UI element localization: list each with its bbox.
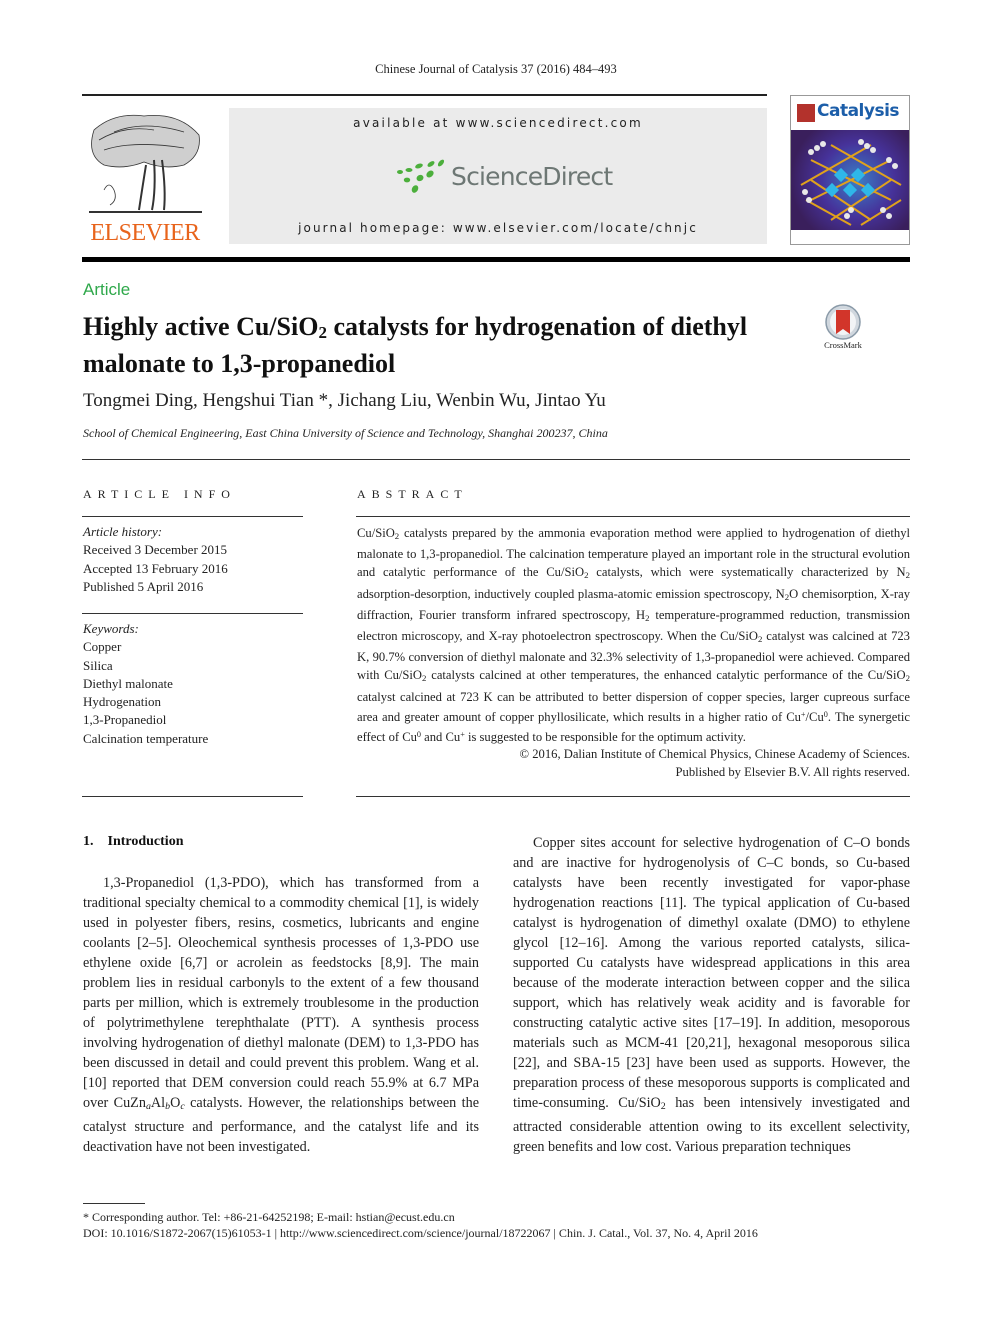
keyword-item: Silica — [83, 657, 113, 673]
keyword-item: Copper — [83, 639, 122, 655]
keywords-label: Keywords: — [83, 621, 139, 636]
elsevier-logo: ELSEVIER — [82, 108, 208, 248]
divider — [82, 796, 303, 797]
publisher-line: Published by Elsevier B.V. All rights re… — [675, 765, 910, 780]
crossmark-label: CrossMark — [824, 340, 862, 350]
article-title: Highly active Cu/SiO2 catalysts for hydr… — [83, 311, 803, 379]
cover-seal-icon — [797, 104, 815, 122]
paragraph: 1,3-Propanediol (1,3-PDO), which has tra… — [83, 875, 479, 1155]
journal-homepage-link[interactable]: journal homepage: www.elsevier.com/locat… — [229, 221, 767, 235]
divider — [356, 796, 910, 797]
title-subscript: 2 — [318, 323, 327, 342]
copyright-line: © 2016, Dalian Institute of Chemical Phy… — [519, 747, 910, 761]
author-affiliation: School of Chemical Engineering, East Chi… — [83, 426, 608, 440]
cover-footer — [791, 230, 909, 244]
article-type-label: Article — [83, 280, 131, 299]
header-thick-rule — [82, 257, 910, 262]
keyword-item: Calcination temperature — [83, 730, 209, 746]
header-rule — [82, 94, 767, 96]
journal-reference: Chinese Journal of Catalysis 37 (2016) 4… — [375, 62, 617, 76]
crossmark-icon — [825, 304, 861, 340]
crossmark-badge[interactable]: CrossMark — [819, 304, 867, 352]
sciencedirect-wordmark: ScienceDirect — [451, 161, 613, 191]
keyword-item: 1,3-Propanediol — [83, 712, 167, 728]
copyright-notice: © 2016, Dalian Institute of Chemical Phy… — [357, 745, 910, 781]
corresponding-author-note: * Corresponding author. Tel: +86-21-6425… — [83, 1210, 455, 1224]
journal-cover-thumbnail[interactable]: Catalysis — [790, 95, 910, 245]
history-received: Received 3 December 2015 — [83, 542, 228, 558]
keyword-item: Diethyl malonate — [83, 675, 173, 691]
paragraph: Copper sites account for selective hydro… — [513, 835, 910, 1155]
divider — [82, 613, 303, 614]
elsevier-wordmark: ELSEVIER — [90, 220, 200, 246]
elsevier-tree-icon — [89, 114, 202, 213]
cover-header: Catalysis — [791, 96, 909, 128]
article-info-heading: ARTICLE INFO — [83, 487, 236, 501]
sciencedirect-dots-icon — [397, 159, 445, 193]
body-column-left: 1,3-Propanediol (1,3-PDO), which has tra… — [83, 873, 479, 1157]
cover-title: Catalysis — [817, 101, 900, 121]
title-text: Highly active Cu/SiO — [83, 312, 319, 341]
abstract-heading: ABSTRACT — [357, 487, 468, 501]
available-at-link[interactable]: available at www.sciencedirect.com — [229, 116, 767, 130]
divider — [356, 516, 910, 517]
cover-artwork-image — [791, 130, 909, 230]
footnote-rule — [83, 1203, 145, 1204]
section-heading-introduction: 1. Introduction — [83, 834, 184, 849]
sciencedirect-banner: available at www.sciencedirect.com Scien… — [229, 108, 767, 244]
article-history: Article history: Received 3 December 201… — [83, 523, 304, 596]
sciencedirect-logo[interactable]: ScienceDirect — [395, 156, 613, 196]
history-published: Published 5 April 2016 — [83, 578, 204, 594]
author-list: Tongmei Ding, Hengshui Tian *, Jichang L… — [83, 390, 606, 411]
keywords-list: Keywords: Copper Silica Diethyl malonate… — [83, 620, 304, 748]
divider — [82, 459, 910, 460]
history-accepted: Accepted 13 February 2016 — [83, 560, 228, 576]
body-column-right: Copper sites account for selective hydro… — [513, 833, 910, 1157]
keyword-item: Hydrogenation — [83, 694, 161, 710]
divider — [82, 516, 303, 517]
article-history-label: Article history: — [83, 524, 163, 539]
doi-line[interactable]: DOI: 10.1016/S1872-2067(15)61053-1 | htt… — [83, 1226, 758, 1241]
abstract-body: Cu/SiO2 catalysts prepared by the ammoni… — [357, 526, 911, 745]
